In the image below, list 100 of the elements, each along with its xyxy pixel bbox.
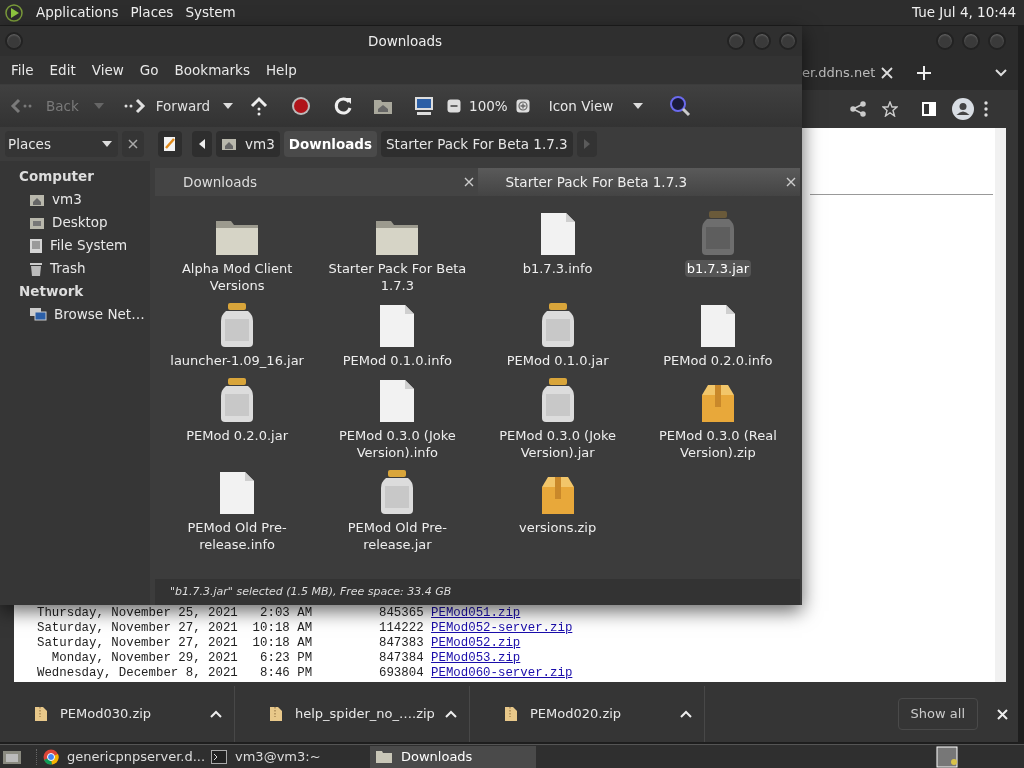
menu-item[interactable]: Edit	[41, 59, 84, 81]
package-icon	[699, 383, 736, 423]
document-item[interactable]: b1.7.3.info	[477, 208, 638, 294]
close-icon[interactable]	[786, 177, 796, 187]
package-icon	[539, 475, 576, 515]
scrollbar[interactable]	[995, 127, 1006, 683]
logo-icon[interactable]	[4, 2, 24, 23]
places-dropdown[interactable]: Places	[5, 131, 118, 157]
caret-up-icon[interactable]	[445, 710, 457, 719]
menu-item[interactable]: File	[3, 59, 42, 81]
path-button[interactable]: Downloads	[283, 131, 377, 157]
computer-icon[interactable]	[413, 96, 436, 116]
taskbar-button[interactable]: Downloads	[370, 745, 536, 768]
home-folder-icon	[29, 192, 45, 207]
clock[interactable]: Tue Jul 4, 10:44	[912, 2, 1020, 23]
listing-time: 10:18 AM	[251, 636, 313, 652]
caret-up-icon[interactable]	[680, 710, 692, 719]
listing-date: Thursday, November 25, 2021	[37, 606, 238, 622]
document-item[interactable]: PEMod 0.1.0.info	[317, 300, 478, 369]
jar-item[interactable]: PEMod Old Pre-release.jar	[317, 467, 478, 553]
path-button[interactable]: vm3	[216, 131, 280, 157]
close-icon[interactable]	[881, 66, 894, 79]
up-arrow-icon[interactable]	[249, 96, 270, 116]
menu-item[interactable]: View	[83, 59, 132, 81]
chevron-down-icon[interactable]	[995, 68, 1008, 77]
jar-item[interactable]: b1.7.3.jar	[637, 208, 798, 294]
back-arrow-icon	[10, 98, 34, 114]
jar-item[interactable]: PEMod 0.3.0 (Joke Version).jar	[477, 375, 638, 461]
panel-menu[interactable]: Places	[130, 2, 174, 23]
download-name: PEMod020.zip	[530, 705, 622, 724]
document-icon	[539, 212, 576, 256]
document-icon	[379, 379, 416, 423]
home-folder-icon[interactable]	[373, 97, 394, 115]
dropdown-arrow-icon[interactable]	[102, 141, 112, 147]
archive-item[interactable]: PEMod 0.3.0 (Real Version).zip	[637, 375, 798, 461]
share-icon[interactable]	[850, 100, 866, 117]
stop-icon[interactable]	[291, 96, 312, 116]
caret-up-icon[interactable]	[210, 710, 222, 719]
sidebar-heading: Network	[18, 282, 85, 301]
document-item[interactable]: PEMod Old Pre-release.info	[157, 467, 318, 553]
view-dropdown[interactable]: Icon View	[534, 92, 657, 120]
file-link[interactable]: PEMod053.zip	[431, 651, 521, 667]
zoom-in-icon[interactable]	[515, 99, 530, 113]
menu-icon[interactable]	[984, 100, 988, 117]
download-name: help_spider_no_….zip	[295, 705, 435, 724]
listing-date: Saturday, November 27, 2021	[37, 621, 238, 637]
pane-tab[interactable]: Starter Pack For Beta 1.7.3	[477, 168, 800, 196]
taskbar-button[interactable]: genericpnpserver.d...	[38, 745, 206, 768]
search-icon[interactable]	[668, 95, 691, 117]
path-button[interactable]: Starter Pack For Beta 1.7.3	[381, 131, 573, 157]
side-panel-icon[interactable]	[922, 101, 936, 116]
file-link[interactable]: PEMod060-server.zip	[431, 666, 573, 682]
menu-item[interactable]: Help	[257, 59, 305, 81]
jar-item[interactable]: PEMod 0.2.0.jar	[157, 375, 318, 461]
folder-item[interactable]: Alpha Mod Client Versions	[157, 208, 318, 294]
browser-icon	[43, 748, 59, 765]
document-item[interactable]: PEMod 0.2.0.info	[637, 300, 798, 369]
forward-button[interactable]: Forward	[123, 95, 211, 117]
file-link[interactable]: PEMod052-server.zip	[431, 621, 573, 637]
dropdown-arrow-icon[interactable]	[632, 103, 643, 109]
menu-item[interactable]: Go	[131, 59, 167, 81]
file-link[interactable]: PEMod052.zip	[431, 636, 521, 652]
star-icon[interactable]	[882, 100, 898, 117]
caret-right-icon	[583, 139, 590, 149]
close-icon[interactable]	[463, 177, 474, 187]
document-item[interactable]: PEMod 0.3.0 (Joke Version).info	[317, 375, 478, 461]
file-link[interactable]: PEMod051.zip	[431, 606, 521, 622]
sidebar-item[interactable]: Desktop	[0, 211, 150, 234]
jar-icon	[540, 377, 575, 423]
dropdown-arrow-icon[interactable]	[223, 103, 234, 109]
reload-icon[interactable]	[333, 96, 354, 116]
download-item[interactable]: help_spider_no_….zip	[235, 686, 470, 742]
sidebar-item[interactable]: File System	[0, 234, 150, 257]
browser-tab[interactable]: er.ddns.net	[802, 63, 876, 83]
home-folder-icon	[221, 137, 237, 151]
sidebar-item[interactable]: Trash	[0, 257, 150, 280]
folder-icon	[215, 218, 260, 256]
close-sidebar-button[interactable]	[122, 131, 144, 157]
jar-item[interactable]: launcher-1.09_16.jar	[157, 300, 318, 369]
workspace-icon[interactable]	[936, 745, 958, 768]
panel-menu[interactable]: System	[185, 2, 236, 23]
new-tab-icon[interactable]	[917, 65, 932, 80]
edit-location-button[interactable]	[158, 131, 182, 157]
panel-menu[interactable]: Applications	[36, 2, 119, 23]
sidebar-item[interactable]: Browse Net…	[0, 303, 150, 326]
profile-icon[interactable]	[952, 97, 974, 120]
download-item[interactable]: PEMod020.zip	[470, 686, 705, 742]
menu-item[interactable]: Bookmarks	[166, 59, 258, 81]
sidebar-item[interactable]: vm3	[0, 188, 150, 211]
listing-size: 847384	[378, 651, 424, 667]
folder-item[interactable]: Starter Pack For Beta 1.7.3	[317, 208, 478, 294]
path-back-button[interactable]	[192, 131, 212, 157]
download-item[interactable]: PEMod030.zip	[0, 686, 235, 742]
jar-item[interactable]: PEMod 0.1.0.jar	[477, 300, 638, 369]
zoom-out-icon[interactable]	[447, 99, 462, 113]
show-all-button[interactable]: Show all	[897, 698, 978, 731]
pane-tab[interactable]: Downloads	[155, 168, 478, 196]
taskbar-button[interactable]: vm3@vm3:~	[206, 745, 370, 768]
download-name: PEMod030.zip	[60, 705, 152, 724]
archive-item[interactable]: versions.zip	[477, 467, 638, 553]
